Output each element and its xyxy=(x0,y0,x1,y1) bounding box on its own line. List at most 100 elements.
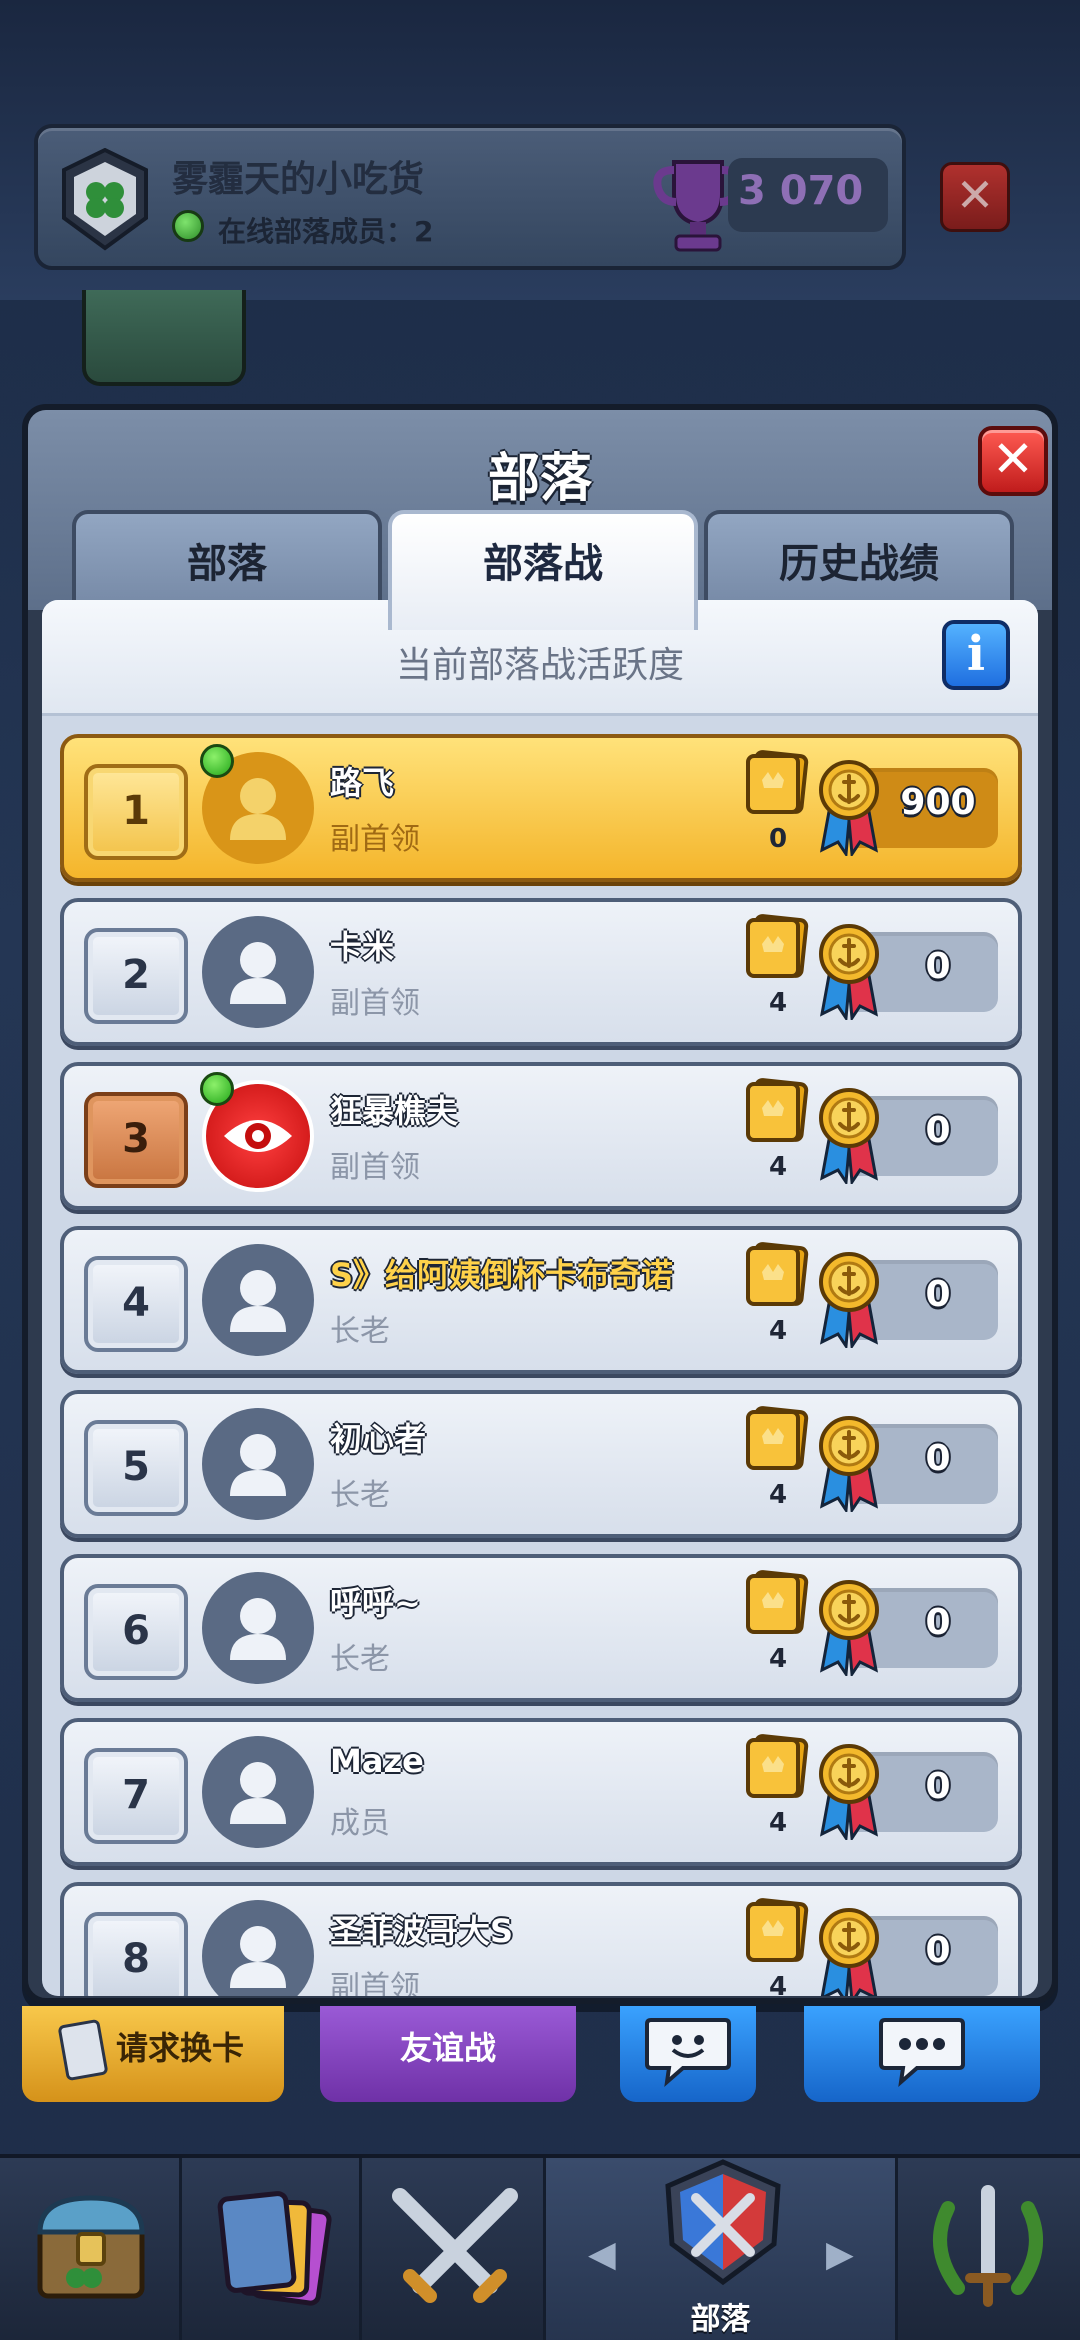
member-row[interactable]: 1 路飞 副首领 0 900 xyxy=(60,734,1022,882)
clan-modal: 部落 ✕ 部落 历史战绩 当前部落战活跃度 i 1 路飞 副首领 0 900 2 卡米 副首领… xyxy=(22,404,1058,2004)
clan-shield-icon xyxy=(665,2159,781,2286)
medal-icon xyxy=(819,1416,879,1512)
member-row[interactable]: 7 Maze 成员 4 0 xyxy=(60,1718,1022,1866)
person-silhouette-icon xyxy=(230,942,286,1004)
member-avatar xyxy=(202,1900,314,1996)
medal-icon xyxy=(819,924,879,1020)
battle-cards-icon xyxy=(746,750,809,814)
member-row[interactable]: 2 卡米 副首领 4 0 xyxy=(60,898,1022,1046)
war-score: 0 xyxy=(925,946,951,987)
clan-bar-close-button[interactable]: ✕ xyxy=(940,162,1010,232)
member-role: 长老 xyxy=(330,1314,390,1349)
cards-used-count: 4 xyxy=(768,1152,788,1182)
member-role: 长老 xyxy=(330,1642,390,1677)
member-name: Maze xyxy=(330,1742,424,1780)
bottom-nav: ◀ 部落 ▶ xyxy=(0,2154,1080,2340)
modal-close-button[interactable]: ✕ xyxy=(978,426,1048,496)
member-avatar xyxy=(202,916,314,1028)
battle-cards-icon xyxy=(746,1078,809,1142)
member-role: 长老 xyxy=(330,1478,390,1513)
cards-used-count: 4 xyxy=(768,1644,788,1674)
member-role: 副首领 xyxy=(330,1150,420,1185)
cards-used-count: 4 xyxy=(768,1808,788,1838)
member-role: 副首领 xyxy=(330,1970,420,1996)
member-name: 路飞 xyxy=(330,764,395,802)
rank-badge: 1 xyxy=(84,764,188,860)
nav-cards[interactable] xyxy=(182,2158,362,2340)
crossed-swords-icon xyxy=(392,2188,518,2303)
medal-icon xyxy=(819,1580,879,1676)
person-silhouette-icon xyxy=(230,1926,286,1988)
player-avatar xyxy=(82,290,246,386)
card-icon xyxy=(57,2018,109,2082)
chat-button[interactable] xyxy=(804,2006,1040,2102)
member-row[interactable]: 3 狂暴樵夫 副首领 4 0 xyxy=(60,1062,1022,1210)
person-silhouette-icon xyxy=(230,1434,286,1496)
online-status-icon xyxy=(200,744,234,778)
member-row[interactable]: 6 呼呼~ 长老 4 0 xyxy=(60,1554,1022,1702)
nav-left-arrow-icon[interactable]: ◀ xyxy=(588,2234,616,2275)
clan-war-content: 当前部落战活跃度 i 1 路飞 副首领 0 900 2 卡米 副首领 4 0 3 狂暴樵夫 副首领 4 0 4… xyxy=(42,600,1038,1996)
member-name: 狂暴樵夫 xyxy=(330,1092,459,1130)
member-role: 成员 xyxy=(330,1806,390,1841)
member-row[interactable]: 5 初心者 长老 4 0 xyxy=(60,1390,1022,1538)
battle-cards-icon xyxy=(746,1242,809,1306)
clan-name: 雾霾天的小吃货 xyxy=(172,159,425,200)
clan-summary-bar[interactable]: 雾霾天的小吃货 在线部落成员：2 3 070 xyxy=(34,124,906,270)
person-silhouette-icon xyxy=(230,1270,286,1332)
member-row[interactable]: 4 S》给阿姨倒杯卡布奇诺 长老 4 0 xyxy=(60,1226,1022,1374)
member-role: 副首领 xyxy=(330,822,420,857)
cards-used-count: 4 xyxy=(768,988,788,1018)
clan-badge-icon xyxy=(62,148,148,251)
nav-clan[interactable]: ◀ 部落 ▶ xyxy=(546,2158,898,2340)
online-indicator-icon xyxy=(172,210,204,242)
tab-clan-war[interactable]: 部落战 xyxy=(388,510,698,630)
nav-shop[interactable] xyxy=(0,2158,182,2340)
member-name: 初心者 xyxy=(330,1420,427,1458)
rank-badge: 3 xyxy=(84,1092,188,1188)
nav-battle[interactable] xyxy=(362,2158,546,2340)
rank-badge: 5 xyxy=(84,1420,188,1516)
modal-title: 部落 xyxy=(487,449,592,509)
member-list[interactable]: 1 路飞 副首领 0 900 2 卡米 副首领 4 0 3 狂暴樵夫 副首领 4 0 4 S》给阿姨倒杯卡布奇诺… xyxy=(42,716,1038,1996)
nav-events[interactable] xyxy=(898,2158,1080,2340)
member-avatar xyxy=(202,1408,314,1520)
person-silhouette-icon xyxy=(230,1598,286,1660)
nav-right-arrow-icon[interactable]: ▶ xyxy=(826,2234,854,2275)
rank-badge: 6 xyxy=(84,1584,188,1680)
medal-icon xyxy=(819,1088,879,1184)
friendly-battle-button[interactable]: 友谊战 xyxy=(320,2006,576,2102)
war-score: 0 xyxy=(925,1438,951,1479)
member-name: S》给阿姨倒杯卡布奇诺 xyxy=(330,1256,674,1294)
battle-cards-icon xyxy=(746,1734,809,1798)
battle-cards-icon xyxy=(746,1570,809,1634)
rank-badge: 4 xyxy=(84,1256,188,1352)
medal-icon xyxy=(819,1744,879,1840)
info-button[interactable]: i xyxy=(942,620,1010,690)
nav-clan-label: 部落 xyxy=(690,2302,751,2337)
war-score: 900 xyxy=(900,782,976,823)
cards-deck-icon xyxy=(217,2191,332,2306)
battle-cards-icon xyxy=(746,1898,809,1962)
laurel-sword-icon xyxy=(933,2185,1043,2307)
war-score: 0 xyxy=(925,1602,951,1643)
request-cards-button[interactable]: 请求换卡 xyxy=(22,2006,284,2102)
treasure-chest-icon xyxy=(37,2195,145,2299)
online-status-icon xyxy=(200,1072,234,1106)
member-avatar xyxy=(202,1244,314,1356)
battle-cards-icon xyxy=(746,1406,809,1470)
activity-title: 当前部落战活跃度 xyxy=(395,645,684,686)
member-name: 呼呼~ xyxy=(330,1584,421,1622)
member-name: 圣菲波哥大S xyxy=(330,1912,514,1950)
medal-icon xyxy=(819,1908,879,1996)
emote-bubble-icon xyxy=(645,2018,731,2088)
online-members-count: 在线部落成员：2 xyxy=(218,215,434,248)
medal-icon xyxy=(819,760,879,856)
cards-used-count: 4 xyxy=(768,1972,788,1996)
member-row[interactable]: 8 圣菲波哥大S 副首领 4 0 xyxy=(60,1882,1022,1996)
rank-badge: 2 xyxy=(84,928,188,1024)
battle-cards-icon xyxy=(746,914,809,978)
emote-button[interactable] xyxy=(620,2006,756,2102)
medal-icon xyxy=(819,1252,879,1348)
war-score: 0 xyxy=(925,1930,951,1971)
